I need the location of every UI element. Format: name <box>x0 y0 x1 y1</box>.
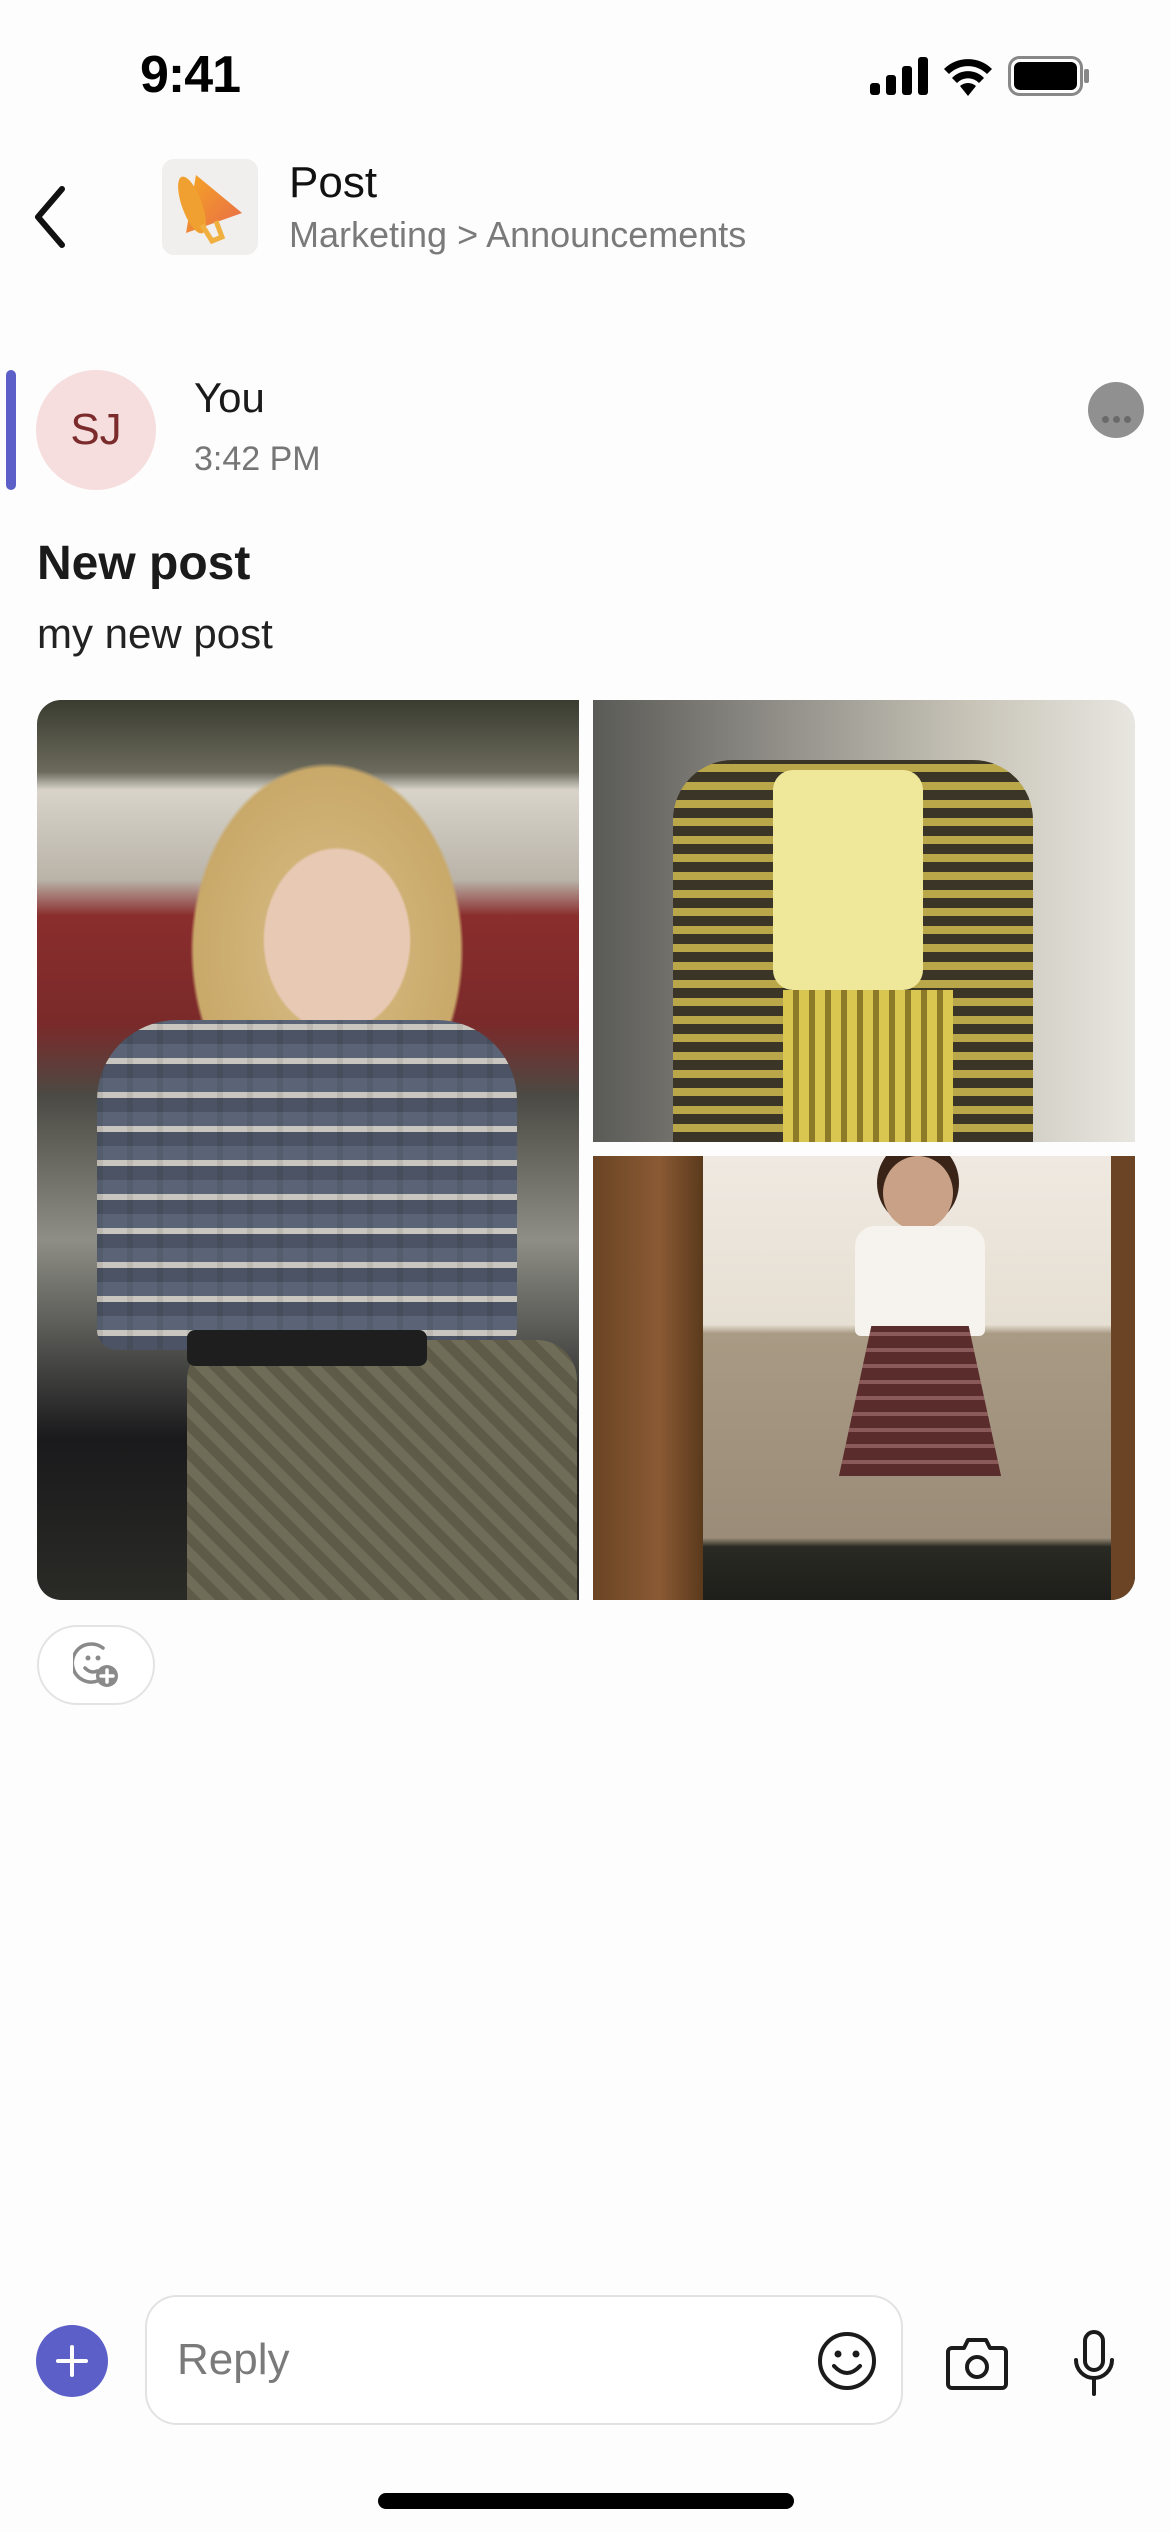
breadcrumb[interactable]: Marketing > Announcements <box>289 214 746 256</box>
image-detail <box>1111 1156 1135 1600</box>
post-title: New post <box>37 537 251 590</box>
image-detail <box>97 1020 517 1350</box>
plus-icon <box>56 2345 88 2377</box>
image-detail <box>883 1156 953 1230</box>
battery-icon <box>1008 56 1089 96</box>
image-detail <box>187 1340 577 1600</box>
home-indicator[interactable] <box>378 2493 794 2509</box>
post-body: my new post <box>37 610 273 657</box>
image-detail <box>187 1330 427 1366</box>
wifi-icon <box>944 59 992 96</box>
status-bar: 9:41 <box>0 0 1170 150</box>
back-button[interactable] <box>20 172 80 262</box>
add-reaction-button[interactable] <box>37 1625 155 1705</box>
more-icon-dot <box>1112 415 1120 423</box>
avatar[interactable]: SJ <box>36 370 156 490</box>
image-gallery <box>37 700 1135 1600</box>
image-detail <box>783 990 953 1142</box>
gallery-image-3[interactable] <box>593 1156 1135 1600</box>
gallery-image-1[interactable] <box>37 700 579 1600</box>
image-detail <box>593 1156 703 1600</box>
reply-input[interactable] <box>177 2325 777 2395</box>
add-attachment-button[interactable] <box>36 2325 108 2397</box>
image-detail <box>855 1226 985 1336</box>
microphone-button[interactable] <box>1064 2323 1124 2403</box>
add-reaction-icon <box>73 1642 118 1687</box>
cellular-signal-icon <box>870 57 928 95</box>
gallery-image-2[interactable] <box>593 700 1135 1142</box>
microphone-icon <box>1074 2330 1114 2396</box>
image-detail <box>773 770 923 990</box>
post-timestamp: 3:42 PM <box>194 440 321 478</box>
camera-icon <box>946 2338 1008 2390</box>
more-options-button[interactable] <box>1088 382 1144 438</box>
post-accent-bar <box>6 370 16 490</box>
channel-avatar <box>162 159 258 255</box>
post-author: You <box>194 374 265 421</box>
reply-composer <box>0 2275 1170 2425</box>
chevron-left-icon <box>35 186 65 248</box>
camera-button[interactable] <box>942 2327 1012 2397</box>
header: Post Marketing > Announcements <box>0 150 1170 280</box>
image-detail <box>839 1326 1001 1476</box>
megaphone-icon <box>178 175 242 245</box>
status-time: 9:41 <box>140 46 241 104</box>
emoji-button[interactable] <box>815 2329 879 2393</box>
more-icon-dot <box>1123 415 1131 423</box>
emoji-icon <box>818 2332 876 2390</box>
reply-box <box>145 2295 903 2425</box>
page-title: Post <box>289 158 378 207</box>
more-icon-dot <box>1101 415 1109 423</box>
status-icons <box>870 56 1090 96</box>
